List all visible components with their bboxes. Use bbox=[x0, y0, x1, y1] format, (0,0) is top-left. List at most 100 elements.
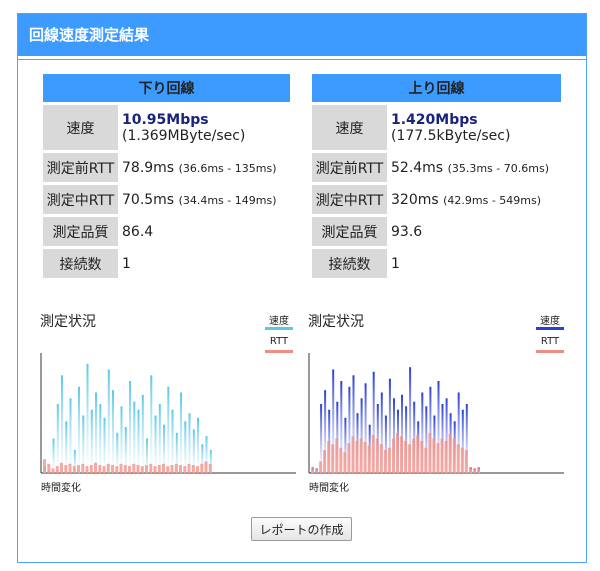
speed-bar bbox=[112, 390, 114, 473]
speed-bar bbox=[137, 409, 140, 473]
rtt-bar bbox=[123, 465, 127, 474]
download-rtt-before-value: 78.9ms bbox=[122, 159, 175, 176]
rtt-bar bbox=[77, 465, 80, 474]
download-legend-rtt: RTT bbox=[269, 336, 289, 347]
rtt-bar bbox=[174, 463, 178, 473]
rtt-bar bbox=[408, 444, 412, 474]
speed-bar bbox=[52, 438, 55, 473]
rtt-bar bbox=[115, 466, 119, 473]
speed-bar bbox=[103, 417, 106, 473]
speed-bar bbox=[120, 406, 123, 473]
rtt-bar bbox=[111, 465, 114, 474]
rtt-bar bbox=[72, 466, 76, 473]
speed-bar bbox=[90, 409, 93, 473]
speed-bar bbox=[129, 381, 131, 473]
rtt-bar bbox=[153, 466, 157, 473]
speed-bar bbox=[154, 415, 157, 473]
rtt-bar bbox=[89, 465, 93, 474]
rtt-bar bbox=[472, 468, 476, 473]
rtt-bar bbox=[162, 463, 165, 473]
upload-chart-xlabel: 時間変化 bbox=[309, 483, 349, 494]
upload-rtt-before-label: 測定前RTT bbox=[312, 153, 387, 182]
rtt-bar bbox=[119, 463, 123, 473]
rtt-bar bbox=[204, 461, 208, 473]
rtt-bar bbox=[436, 443, 440, 473]
panel-title: 回線速度測定結果 bbox=[18, 14, 586, 56]
header-divider bbox=[18, 56, 586, 60]
rtt-bar bbox=[412, 438, 416, 473]
upload-speed-sub: (177.5kByte/sec) bbox=[391, 127, 511, 144]
rtt-bar bbox=[396, 432, 399, 474]
rtt-bar bbox=[55, 466, 59, 473]
speed-bar bbox=[107, 369, 110, 473]
upload-connections-label: 接続数 bbox=[312, 249, 387, 278]
download-rtt-before-label: 測定前RTT bbox=[43, 153, 118, 182]
rtt-bar bbox=[460, 447, 464, 473]
rtt-bar bbox=[440, 438, 444, 473]
upload-speed-cell: 1.420Mbps (177.5kByte/sec) bbox=[387, 105, 561, 150]
rtt-bar bbox=[187, 463, 191, 473]
rtt-bar bbox=[208, 463, 212, 473]
rtt-bar bbox=[392, 438, 395, 473]
rtt-bar bbox=[319, 461, 323, 473]
rtt-bar bbox=[106, 463, 110, 473]
upload-rtt-during-range: (42.9ms - 549ms) bbox=[443, 193, 542, 207]
rtt-bar bbox=[359, 438, 363, 473]
rtt-bar bbox=[375, 438, 379, 473]
rtt-bar bbox=[347, 443, 351, 473]
upload-speed-label: 速度 bbox=[312, 105, 387, 150]
upload-rtt-before-cell: 52.4ms (35.3ms - 70.6ms) bbox=[387, 153, 561, 182]
download-connections-value: 1 bbox=[122, 255, 131, 272]
download-rtt-during-cell: 70.5ms (34.4ms - 149ms) bbox=[118, 185, 290, 214]
rtt-bar bbox=[400, 436, 403, 473]
download-legend-speed-swatch bbox=[265, 327, 293, 330]
rtt-bar bbox=[452, 438, 456, 473]
download-rtt-before-cell: 78.9ms (36.6ms - 135ms) bbox=[118, 153, 290, 182]
rtt-bar bbox=[64, 465, 68, 474]
rtt-bar bbox=[477, 467, 480, 474]
speed-bar bbox=[61, 375, 63, 474]
download-quality-label: 測定品質 bbox=[43, 217, 118, 246]
rtt-bar bbox=[183, 466, 187, 473]
rtt-bar bbox=[85, 466, 89, 473]
download-rtt-during-range: (34.4ms - 149ms) bbox=[178, 193, 277, 207]
rtt-bar bbox=[128, 466, 131, 473]
upload-speed-value: 1.420Mbps bbox=[391, 111, 478, 128]
rtt-bar bbox=[335, 438, 339, 473]
speed-bar bbox=[86, 363, 89, 474]
upload-chart bbox=[308, 353, 564, 474]
speed-bar bbox=[171, 409, 174, 473]
download-speed-cell: 10.95Mbps (1.369MByte/sec) bbox=[118, 105, 290, 150]
download-quality-value: 86.4 bbox=[122, 223, 154, 240]
upload-quality-label: 測定品質 bbox=[312, 217, 387, 246]
upload-rtt-before-value: 52.4ms bbox=[391, 159, 444, 176]
rtt-bar bbox=[60, 462, 63, 473]
rtt-bar bbox=[456, 444, 460, 474]
speed-bar bbox=[95, 392, 97, 473]
rtt-bar bbox=[98, 465, 102, 474]
download-chart-xlabel: 時間変化 bbox=[41, 483, 81, 494]
upload-legend-rtt: RTT bbox=[540, 336, 560, 347]
rtt-bar bbox=[149, 463, 153, 473]
rtt-bar bbox=[311, 467, 314, 474]
download-rtt-before-range: (36.6ms - 135ms) bbox=[178, 161, 277, 175]
rtt-bar bbox=[383, 450, 387, 473]
download-connections-label: 接続数 bbox=[43, 249, 118, 278]
download-legend-speed: 速度 bbox=[269, 316, 289, 327]
rtt-bar bbox=[424, 447, 428, 473]
rtt-bar bbox=[136, 465, 140, 474]
rtt-bar bbox=[444, 440, 448, 473]
rtt-bar bbox=[145, 465, 148, 474]
rtt-bar bbox=[404, 440, 408, 473]
rtt-bar bbox=[371, 435, 375, 473]
rtt-bar bbox=[331, 444, 335, 474]
speed-bar bbox=[133, 401, 136, 473]
upload-legend-speed-swatch bbox=[536, 327, 564, 330]
download-heading: 下り回線 bbox=[43, 74, 290, 102]
create-report-button[interactable]: レポートの作成 bbox=[251, 517, 352, 541]
rtt-bar bbox=[343, 452, 347, 473]
rtt-bar bbox=[432, 438, 436, 473]
rtt-bar bbox=[416, 435, 420, 473]
rtt-bar bbox=[47, 463, 51, 473]
rtt-bar bbox=[367, 445, 371, 473]
